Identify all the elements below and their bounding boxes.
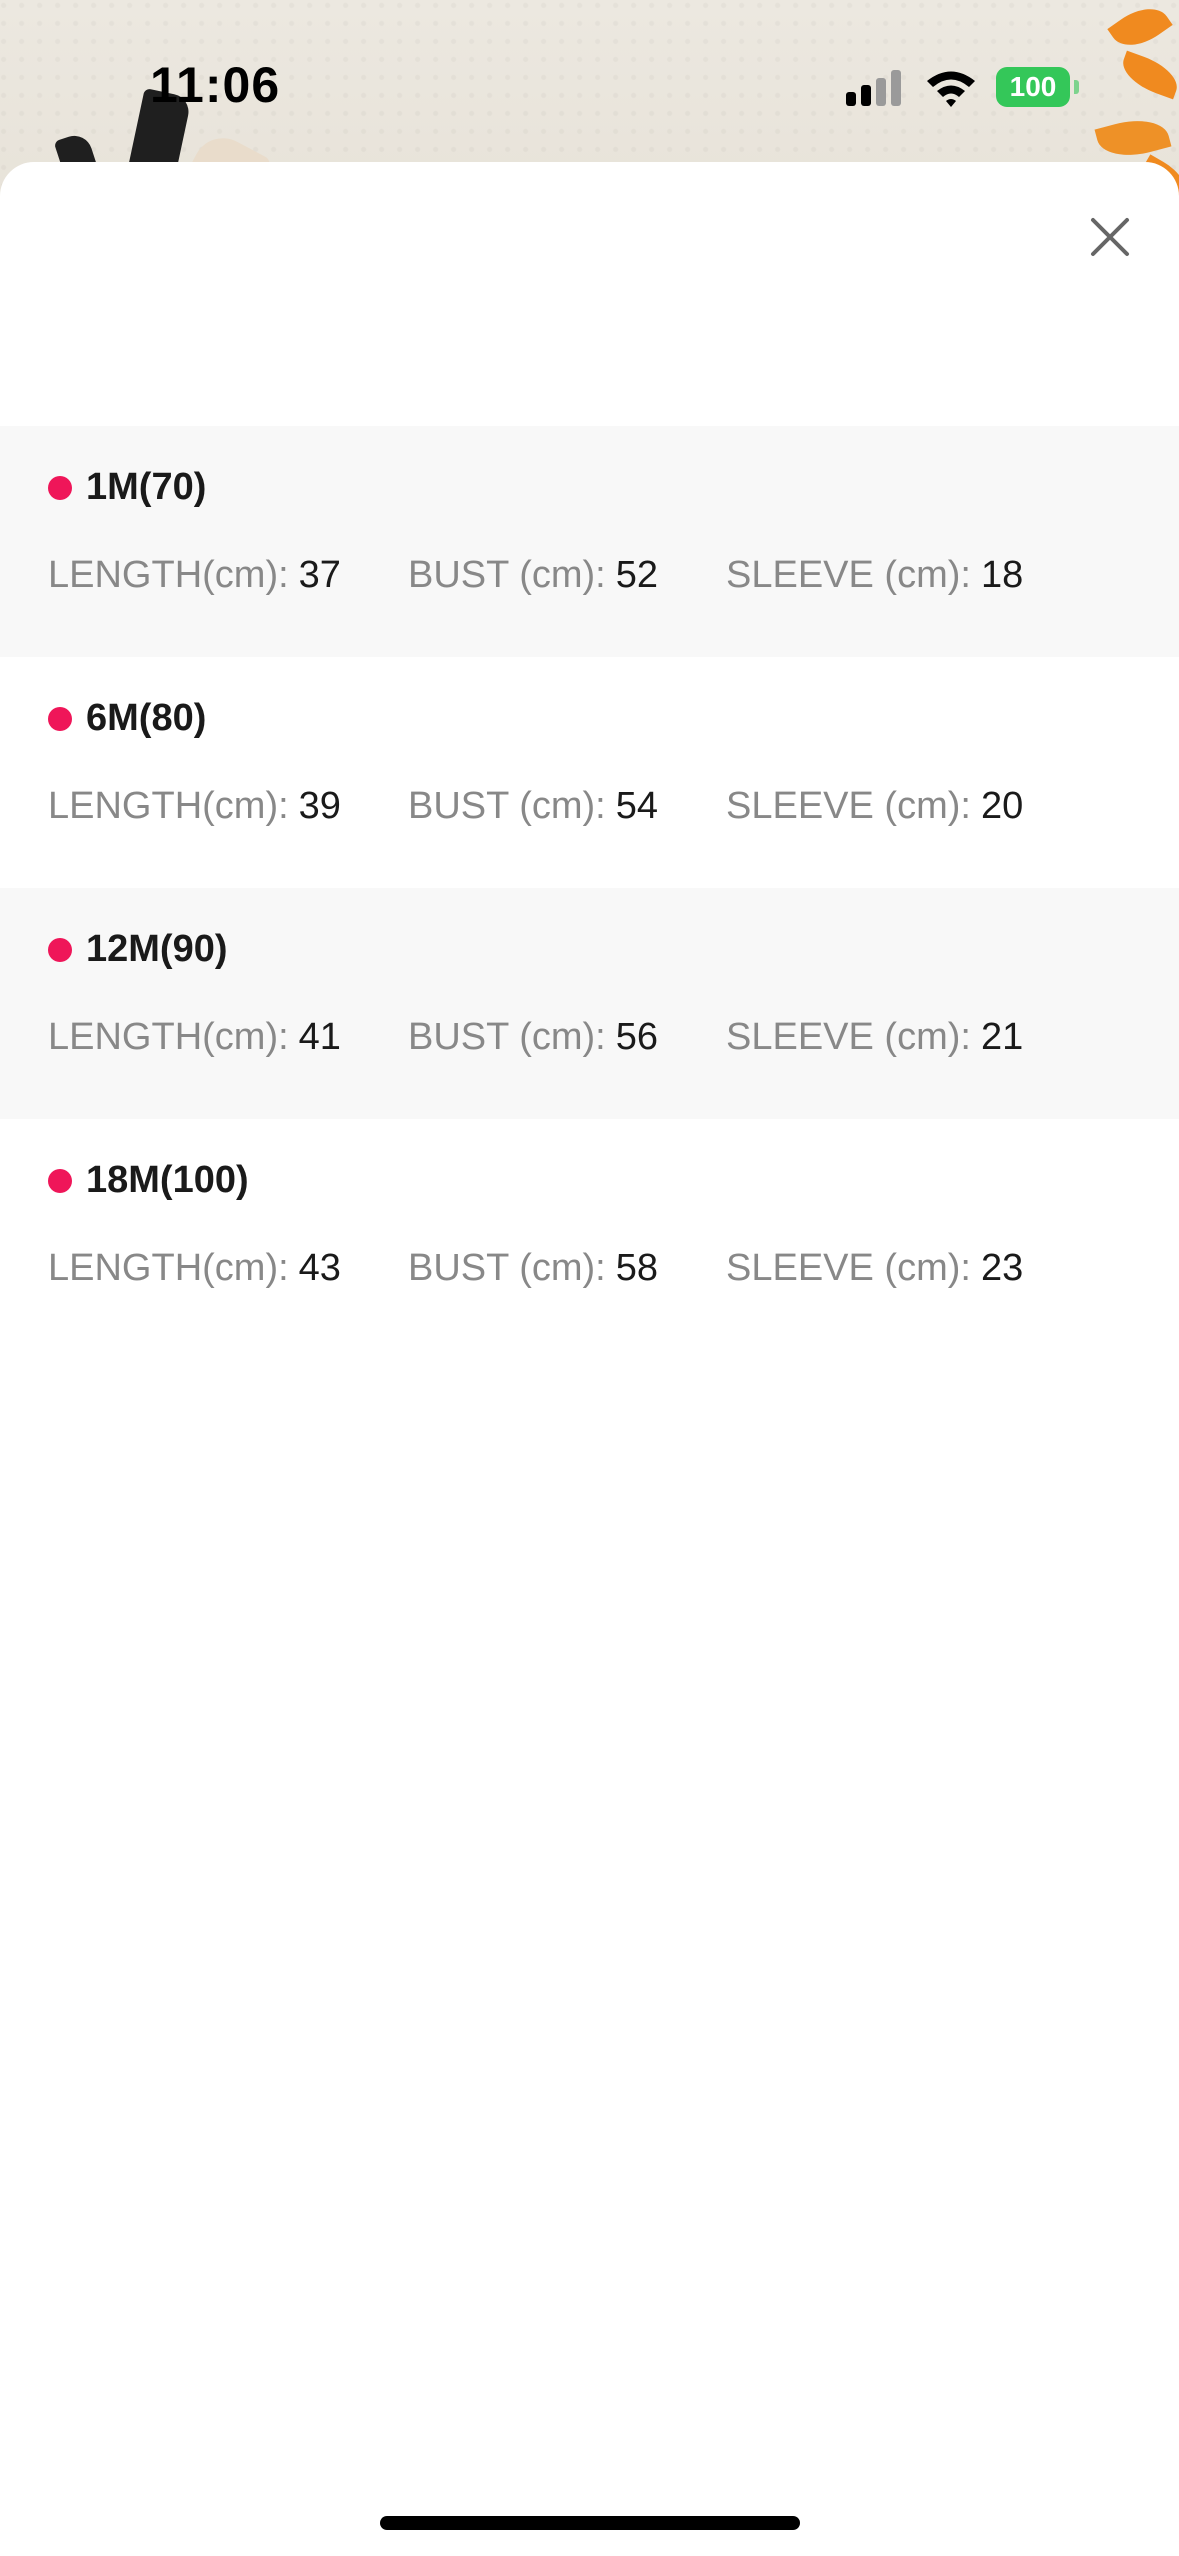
bust-measure: BUST (cm): 54 — [408, 785, 658, 828]
sleeve-label: SLEEVE (cm): — [726, 785, 971, 827]
measurements: LENGTH(cm): 37 BUST (cm): 52 SLEEVE (cm): 1… — [48, 554, 1148, 604]
size-row: 18M(100) LENGTH(cm): 43 BUST (cm): 58 SLEE… — [0, 1119, 1179, 1350]
sleeve-value: 18 — [980, 554, 1024, 596]
bullet-dot-icon — [48, 1168, 72, 1193]
length-measure: LENGTH(cm): 39 — [48, 785, 341, 828]
status-time: 11:06 — [150, 57, 281, 113]
measurements: LENGTH(cm): 43 BUST (cm): 58 SLEEVE (cm): 2… — [48, 1247, 1148, 1297]
bust-value: 52 — [615, 554, 659, 596]
bust-value: 58 — [615, 1247, 659, 1289]
length-value: 41 — [298, 1016, 341, 1058]
length-label: LENGTH(cm): — [48, 785, 289, 827]
bust-value: 56 — [615, 1016, 659, 1058]
bust-label: BUST (cm): — [408, 785, 606, 827]
bust-measure: BUST (cm): 58 — [408, 1247, 658, 1290]
bust-label: BUST (cm): — [408, 1016, 606, 1058]
sleeve-value: 20 — [980, 785, 1024, 827]
length-value: 43 — [298, 1247, 341, 1289]
size-header: 6M(80) — [48, 697, 206, 740]
size-list: 1M(70) LENGTH(cm): 37 BUST (cm): 52 SLEEVE… — [0, 426, 1179, 1350]
size-header: 12M(90) — [48, 928, 228, 971]
length-label: LENGTH(cm): — [48, 554, 289, 596]
length-label: LENGTH(cm): — [48, 1016, 289, 1058]
cellular-signal-icon — [846, 70, 904, 106]
bullet-dot-icon — [48, 937, 72, 962]
bust-measure: BUST (cm): 56 — [408, 1016, 658, 1059]
measurements: LENGTH(cm): 39 BUST (cm): 54 SLEEVE (cm): 2… — [48, 785, 1148, 835]
size-name: 18M(100) — [86, 1159, 249, 1201]
close-button[interactable] — [1087, 214, 1133, 260]
size-name: 6M(80) — [86, 697, 207, 739]
bullet-dot-icon — [48, 706, 72, 731]
length-label: LENGTH(cm): — [48, 1247, 289, 1289]
sleeve-value: 23 — [980, 1247, 1024, 1289]
close-icon — [1091, 218, 1129, 256]
battery-icon: 100 — [996, 67, 1079, 107]
size-header: 18M(100) — [48, 1159, 249, 1202]
length-measure: LENGTH(cm): 41 — [48, 1016, 341, 1059]
measurements: LENGTH(cm): 41 BUST (cm): 56 SLEEVE (cm): 2… — [48, 1016, 1148, 1066]
sleeve-label: SLEEVE (cm): — [726, 554, 971, 596]
bust-label: BUST (cm): — [408, 554, 606, 596]
size-row: 12M(90) LENGTH(cm): 41 BUST (cm): 56 SLEEV… — [0, 888, 1179, 1119]
sleeve-value: 21 — [980, 1016, 1024, 1058]
bust-label: BUST (cm): — [408, 1247, 606, 1289]
bullet-dot-icon — [48, 475, 72, 500]
sleeve-measure: SLEEVE (cm): 18 — [726, 554, 1023, 597]
size-header: 1M(70) — [48, 466, 206, 509]
bust-measure: BUST (cm): 52 — [408, 554, 658, 597]
sleeve-label: SLEEVE (cm): — [726, 1016, 971, 1058]
size-chart-sheet: 1M(70) LENGTH(cm): 37 BUST (cm): 52 SLEEVE… — [0, 162, 1179, 2556]
home-indicator[interactable] — [380, 2516, 800, 2530]
sleeve-label: SLEEVE (cm): — [726, 1247, 971, 1289]
size-name: 1M(70) — [86, 466, 207, 508]
bust-value: 54 — [615, 785, 659, 827]
size-row: 6M(80) LENGTH(cm): 39 BUST (cm): 54 SLEEVE… — [0, 657, 1179, 888]
sleeve-measure: SLEEVE (cm): 23 — [726, 1247, 1023, 1290]
length-value: 39 — [298, 785, 341, 827]
status-bar: 11:06 100 — [0, 0, 1179, 160]
sleeve-measure: SLEEVE (cm): 21 — [726, 1016, 1023, 1059]
length-measure: LENGTH(cm): 37 — [48, 554, 341, 597]
wifi-icon — [925, 68, 977, 108]
length-value: 37 — [298, 554, 341, 596]
size-row: 1M(70) LENGTH(cm): 37 BUST (cm): 52 SLEEVE… — [0, 426, 1179, 657]
length-measure: LENGTH(cm): 43 — [48, 1247, 341, 1290]
size-name: 12M(90) — [86, 928, 228, 970]
sleeve-measure: SLEEVE (cm): 20 — [726, 785, 1023, 828]
battery-level: 100 — [996, 67, 1070, 107]
